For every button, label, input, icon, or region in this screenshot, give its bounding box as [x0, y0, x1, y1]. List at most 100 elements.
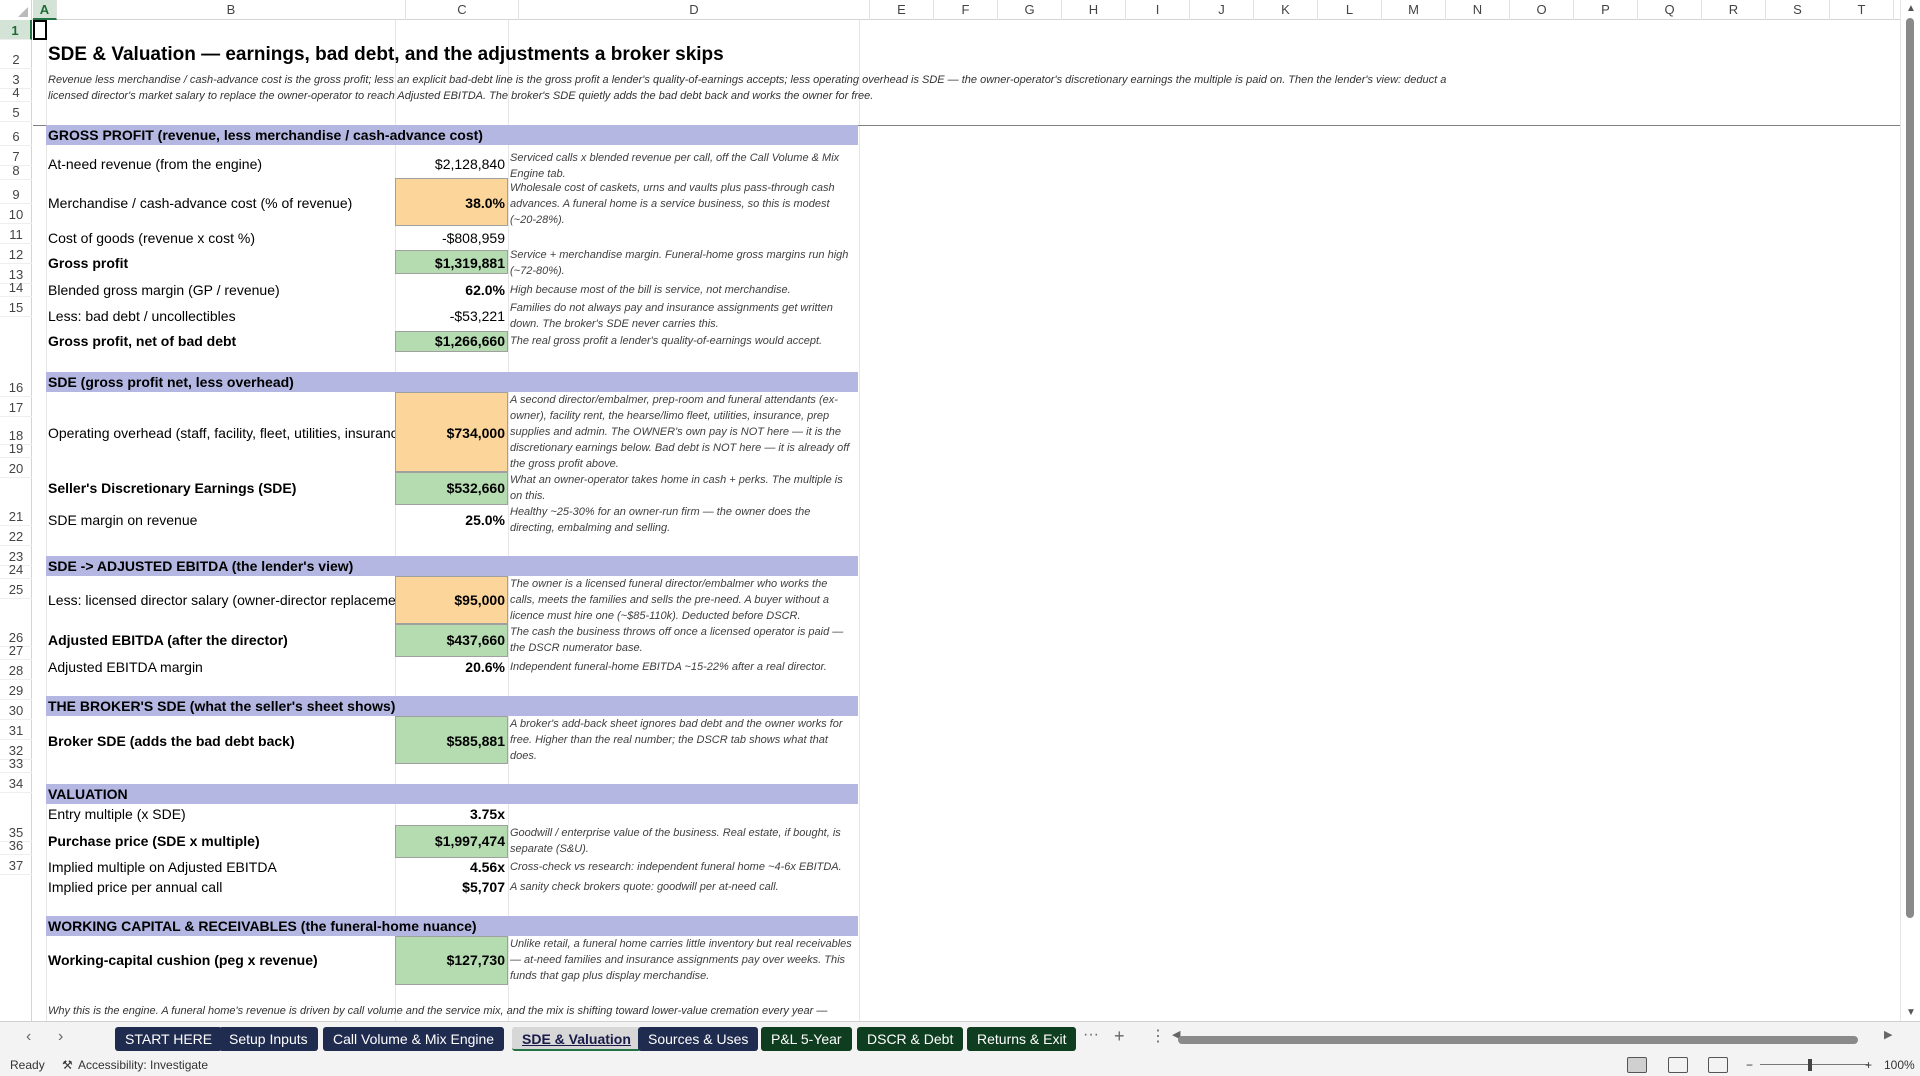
value-gross-profit[interactable]: $1,319,881 — [395, 255, 507, 271]
sheet-tab-sde-valuation[interactable]: SDE & Valuation — [512, 1027, 641, 1051]
row-header-8[interactable]: 8 — [0, 163, 32, 180]
row-header-28[interactable]: 28 — [0, 660, 32, 680]
sheet-options-icon[interactable]: ⋮ — [1150, 1026, 1166, 1046]
column-header-A[interactable]: A — [33, 0, 57, 20]
column-header-C[interactable]: C — [406, 0, 519, 20]
next-sheet-icon[interactable]: › — [58, 1028, 63, 1046]
row-header-34[interactable]: 34 — [0, 773, 32, 793]
column-header-O[interactable]: O — [1510, 0, 1574, 20]
row-header-30[interactable]: 30 — [0, 700, 32, 720]
column-header-L[interactable]: L — [1318, 0, 1382, 20]
page-break-view-icon[interactable] — [1708, 1057, 1728, 1073]
row-header-35[interactable]: 35 — [0, 793, 32, 842]
row-header-14[interactable]: 14 — [0, 280, 32, 297]
value-adj-ebitda[interactable]: $437,660 — [395, 632, 507, 648]
row-header-1[interactable]: 1 — [0, 20, 32, 40]
select-all-corner[interactable] — [0, 0, 32, 20]
column-header-K[interactable]: K — [1254, 0, 1318, 20]
row-header-21[interactable]: 21 — [0, 478, 32, 526]
value-director-salary[interactable]: $95,000 — [395, 592, 507, 608]
row-header-19[interactable]: 19 — [0, 441, 32, 458]
normal-view-icon[interactable] — [1627, 1057, 1647, 1073]
row-header-5[interactable]: 5 — [0, 102, 32, 122]
column-header-H[interactable]: H — [1062, 0, 1126, 20]
scroll-up-icon[interactable]: ▲ — [1906, 3, 1916, 14]
column-header-Q[interactable]: Q — [1638, 0, 1702, 20]
more-sheets-icon[interactable]: ··· — [1083, 1026, 1099, 1044]
value-overhead[interactable]: $734,000 — [395, 425, 507, 441]
value-implied-multiple[interactable]: 4.56x — [395, 859, 507, 875]
vertical-scroll-thumb[interactable] — [1906, 18, 1914, 918]
sheet-tab-call-volume-mix-engine[interactable]: Call Volume & Mix Engine — [323, 1027, 505, 1051]
value-broker-sde[interactable]: $585,881 — [395, 733, 507, 749]
row-header-31[interactable]: 31 — [0, 720, 32, 740]
column-header-M[interactable]: M — [1382, 0, 1446, 20]
row-header-17[interactable]: 17 — [0, 397, 32, 417]
active-cell-cursor[interactable] — [33, 20, 47, 40]
status-accessibility[interactable]: Accessibility: Investigate — [78, 1058, 208, 1072]
value-sde[interactable]: $532,660 — [395, 480, 507, 496]
row-header-20[interactable]: 20 — [0, 458, 32, 478]
sheet-tab-dscr-debt[interactable]: DSCR & Debt — [857, 1027, 964, 1051]
add-sheet-icon[interactable]: + — [1114, 1026, 1125, 1047]
zoom-in-icon[interactable]: + — [1865, 1058, 1872, 1072]
row-header-2[interactable]: 2 — [0, 40, 32, 69]
sheet-tab-p-l-5-year[interactable]: P&L 5-Year — [761, 1027, 852, 1051]
value-ebitda-margin[interactable]: 20.6% — [395, 659, 507, 675]
value-cogs[interactable]: -$808,959 — [395, 230, 507, 246]
column-header-J[interactable]: J — [1190, 0, 1254, 20]
row-header-9[interactable]: 9 — [0, 180, 32, 204]
column-header-B[interactable]: B — [57, 0, 406, 20]
hscroll-right-icon[interactable]: ▶ — [1884, 1028, 1892, 1041]
column-header-E[interactable]: E — [870, 0, 934, 20]
value-price-per-call[interactable]: $5,707 — [395, 879, 507, 895]
row-header-10[interactable]: 10 — [0, 204, 32, 224]
scroll-down-icon[interactable]: ▼ — [1906, 1007, 1916, 1018]
sheet-tab-sources-uses[interactable]: Sources & Uses — [638, 1027, 759, 1051]
row-header-29[interactable]: 29 — [0, 680, 32, 700]
zoom-out-icon[interactable]: − — [1746, 1058, 1753, 1072]
column-header-I[interactable]: I — [1126, 0, 1190, 20]
prev-sheet-icon[interactable]: ‹ — [26, 1028, 31, 1046]
value-bad-debt[interactable]: -$53,221 — [395, 308, 507, 324]
row-header-37[interactable]: 37 — [0, 855, 32, 875]
row-header-15[interactable]: 15 — [0, 297, 32, 317]
page-layout-view-icon[interactable] — [1668, 1057, 1688, 1073]
value-gross-margin[interactable]: 62.0% — [395, 282, 507, 298]
row-header-4[interactable]: 4 — [0, 85, 32, 102]
horizontal-scroll-thumb[interactable] — [1178, 1036, 1858, 1044]
column-header-T[interactable]: T — [1830, 0, 1894, 20]
row-header-24[interactable]: 24 — [0, 562, 32, 579]
column-header-G[interactable]: G — [998, 0, 1062, 20]
column-header-F[interactable]: F — [934, 0, 998, 20]
row-header-25[interactable]: 25 — [0, 579, 32, 599]
cell-grid[interactable]: SDE & Valuation — earnings, bad debt, an… — [33, 20, 1900, 1021]
column-header-N[interactable]: N — [1446, 0, 1510, 20]
value-purchase-price[interactable]: $1,997,474 — [395, 833, 507, 849]
column-header-D[interactable]: D — [519, 0, 870, 20]
value-entry-multiple[interactable]: 3.75x — [395, 806, 507, 822]
value-wc[interactable]: $127,730 — [395, 952, 507, 968]
sheet-tab-setup-inputs[interactable]: Setup Inputs — [219, 1027, 318, 1051]
row-header-27[interactable]: 27 — [0, 643, 32, 660]
row-header-6[interactable]: 6 — [0, 122, 32, 146]
column-header-R[interactable]: R — [1702, 0, 1766, 20]
value-merch-cost[interactable]: 38.0% — [395, 195, 507, 211]
value-revenue[interactable]: $2,128,840 — [395, 156, 507, 172]
row-header-12[interactable]: 12 — [0, 244, 32, 264]
column-header-P[interactable]: P — [1574, 0, 1638, 20]
vertical-scrollbar[interactable]: ▲ ▼ — [1900, 0, 1920, 1021]
sheet-tab-returns-exit[interactable]: Returns & Exit — [967, 1027, 1077, 1051]
sheet-tab-start-here[interactable]: START HERE — [115, 1027, 223, 1051]
row-header-26[interactable]: 26 — [0, 599, 32, 647]
value-gp-net[interactable]: $1,266,660 — [395, 333, 507, 349]
row-header-22[interactable]: 22 — [0, 526, 32, 546]
zoom-level[interactable]: 100% — [1884, 1058, 1915, 1072]
zoom-slider-track[interactable] — [1760, 1064, 1868, 1065]
row-header-11[interactable]: 11 — [0, 224, 32, 244]
value-sde-margin[interactable]: 25.0% — [395, 512, 507, 528]
row-header-33[interactable]: 33 — [0, 756, 32, 773]
zoom-slider-thumb[interactable] — [1808, 1059, 1812, 1071]
row-header-16[interactable]: 16 — [0, 317, 32, 397]
column-header-S[interactable]: S — [1766, 0, 1830, 20]
